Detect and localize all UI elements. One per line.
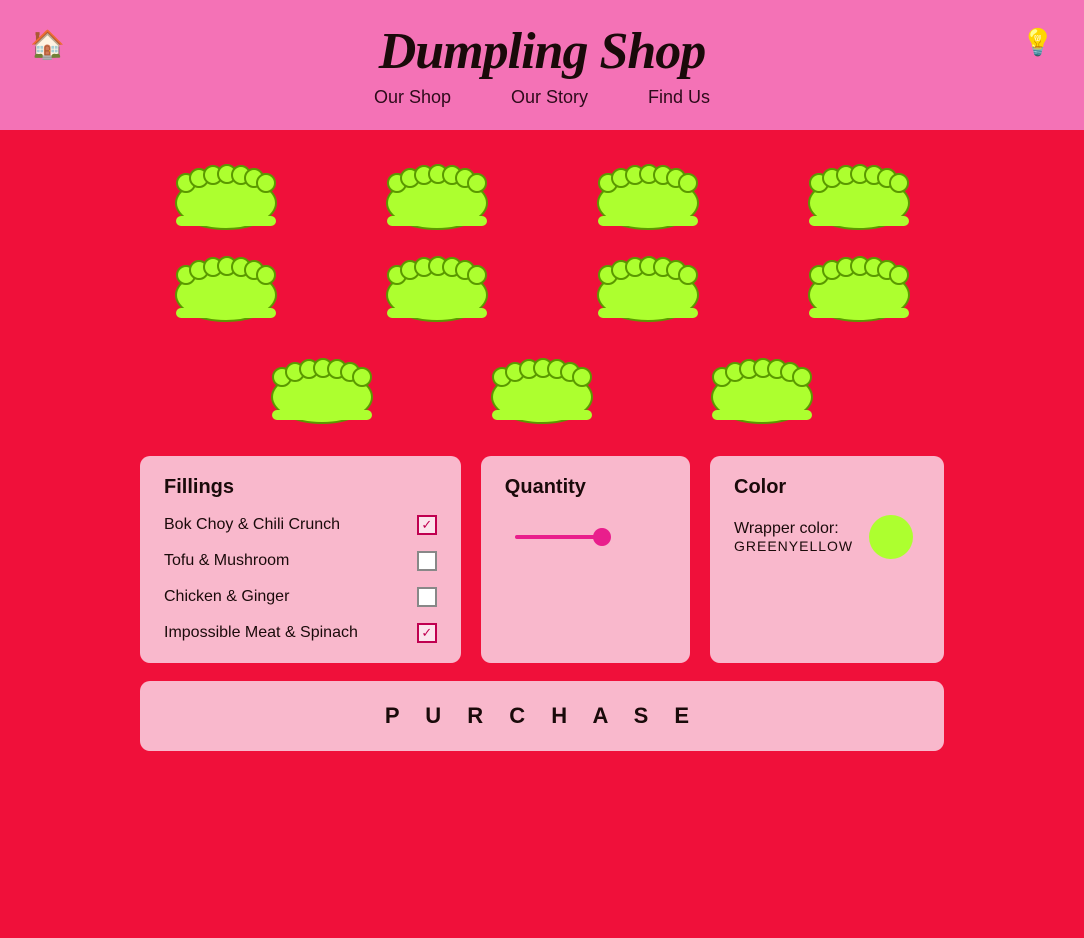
site-title: Dumpling Shop [379,22,706,81]
color-display: Wrapper color: GREENYELLOW [734,515,920,559]
dumpling-6 [351,252,522,324]
color-title: Color [734,476,920,499]
dumpling-2 [351,160,522,232]
header: 🏠 Dumpling Shop Our Shop Our Story Find … [0,0,1084,130]
dumpling-row-3 [140,354,944,426]
theme-icon[interactable]: 💡 [1022,28,1054,58]
filling-row-3: Impossible Meat & Spinach ✓ [164,623,437,643]
filling-checkbox-2[interactable] [417,587,437,607]
color-swatch[interactable] [869,515,913,559]
color-name: GREENYELLOW [734,538,853,554]
fillings-panel: Fillings Bok Choy & Chili Crunch ✓ Tofu … [140,456,461,663]
color-panel: Color Wrapper color: GREENYELLOW [710,456,944,663]
filling-label-3: Impossible Meat & Spinach [164,624,358,642]
dumpling-4 [773,160,944,232]
dumpling-1 [140,160,311,232]
dumpling-11 [702,354,822,426]
dumpling-grid [140,160,944,324]
dumpling-9 [262,354,382,426]
filling-row-0: Bok Choy & Chili Crunch ✓ [164,515,437,535]
dumpling-10 [482,354,602,426]
nav-find-us[interactable]: Find Us [648,87,710,108]
dumpling-8 [773,252,944,324]
dumpling-7 [562,252,733,324]
filling-checkbox-1[interactable] [417,551,437,571]
nav-our-shop[interactable]: Our Shop [374,87,451,108]
main-nav: Our Shop Our Story Find Us [374,87,710,108]
main-content: Fillings Bok Choy & Chili Crunch ✓ Tofu … [0,130,1084,938]
wrapper-color-label: Wrapper color: [734,520,853,538]
nav-our-story[interactable]: Our Story [511,87,588,108]
filling-row-2: Chicken & Ginger [164,587,437,607]
slider-thumb[interactable] [593,528,611,546]
dumpling-5 [140,252,311,324]
slider-track [515,535,656,539]
purchase-button[interactable]: P U R C H A S E [140,681,944,751]
filling-checkbox-0[interactable]: ✓ [417,515,437,535]
quantity-slider[interactable] [505,535,666,539]
dumpling-3 [562,160,733,232]
filling-checkbox-3[interactable]: ✓ [417,623,437,643]
quantity-panel: Quantity [481,456,690,663]
filling-label-0: Bok Choy & Chili Crunch [164,516,340,534]
fillings-title: Fillings [164,476,437,499]
quantity-title: Quantity [505,476,666,499]
panels: Fillings Bok Choy & Chili Crunch ✓ Tofu … [140,456,944,663]
filling-label-2: Chicken & Ginger [164,588,289,606]
filling-row-1: Tofu & Mushroom [164,551,437,571]
home-icon[interactable]: 🏠 [30,28,65,62]
filling-label-1: Tofu & Mushroom [164,552,289,570]
